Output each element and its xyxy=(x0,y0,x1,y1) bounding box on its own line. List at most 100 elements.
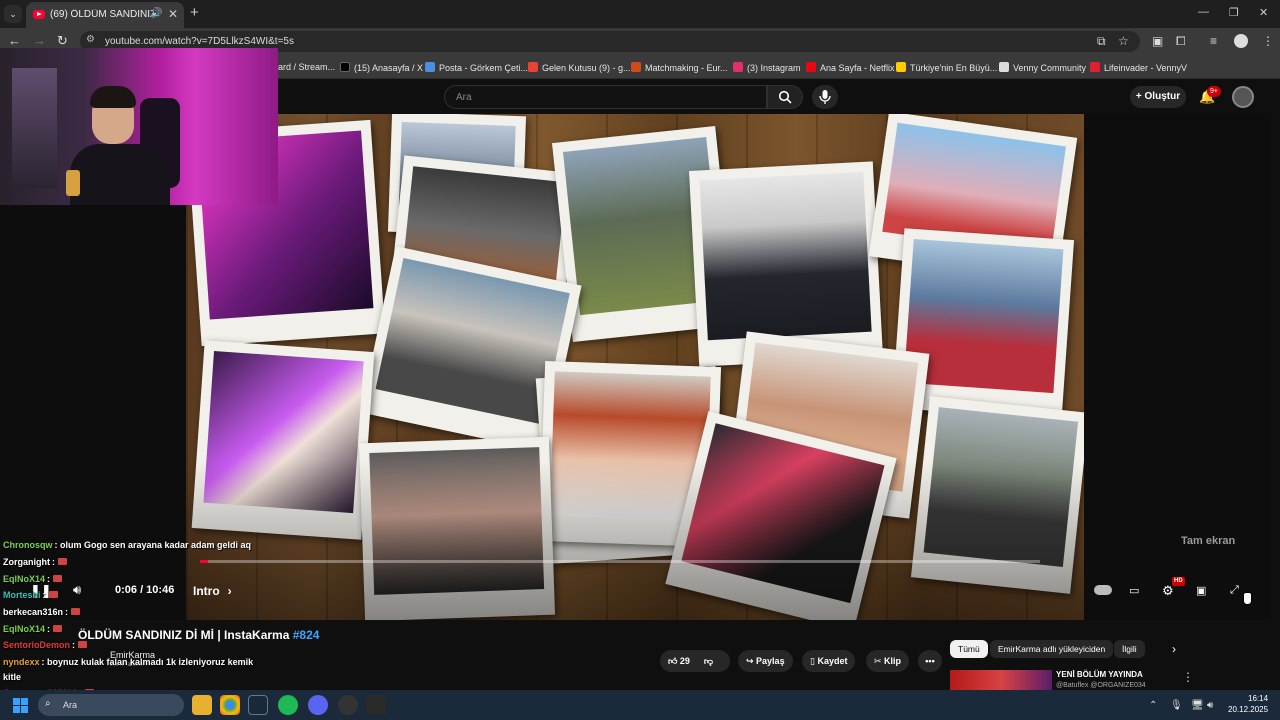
network-icon[interactable]: 🖥︎ xyxy=(1191,700,1204,711)
lifeinvader-icon xyxy=(1090,62,1100,72)
search-input[interactable]: Ara xyxy=(444,85,767,109)
profile-avatar[interactable] xyxy=(1234,34,1248,48)
chat-message: berkecan316n: xyxy=(3,607,81,617)
chat-emote-icon xyxy=(71,608,81,615)
save-label: Kaydet xyxy=(817,656,848,666)
chrome-icon[interactable] xyxy=(220,695,240,715)
discord-icon[interactable] xyxy=(308,695,328,715)
obs-icon[interactable] xyxy=(338,695,358,715)
chat-message: EqlNoX14: xyxy=(3,574,63,584)
video-title-hashtag[interactable]: #824 xyxy=(293,628,320,642)
chapter-button[interactable]: Intro › xyxy=(193,584,232,598)
bookmark-item[interactable]: (3) Instagram xyxy=(733,62,801,73)
share-button[interactable]: ↪ Paylaş xyxy=(738,650,793,672)
recommended-thumbnail[interactable] xyxy=(950,670,1052,690)
tab-close-icon[interactable]: ✕ xyxy=(168,7,178,21)
save-button[interactable]: ▯ Kaydet xyxy=(802,650,856,672)
dislike-thumbs-down-icon[interactable]: 👎︎ xyxy=(704,656,713,666)
bookmark-label: (15) Anasayfa / X xyxy=(354,63,424,73)
bookmark-item[interactable]: Gelen Kutusu (9) - g... xyxy=(528,62,631,73)
webcam-drink-can xyxy=(66,170,80,196)
like-count: 29 xyxy=(679,656,690,666)
search-button[interactable] xyxy=(767,85,803,109)
screen: ⌄ (69) ÖLDÜM SANDINIZ Dİ Mİ 🔊 ✕ + — ❐ ✕ … xyxy=(0,0,1280,720)
recommended-title[interactable]: YENİ BÖLÜM YAYINDA xyxy=(1056,670,1143,679)
more-actions-button[interactable]: ••• xyxy=(918,650,942,672)
new-tab-plus-icon[interactable]: + xyxy=(190,4,199,21)
chip-all[interactable]: Tümü xyxy=(950,640,988,658)
mouse-cursor xyxy=(1243,592,1252,605)
autoplay-toggle[interactable] xyxy=(1094,585,1112,595)
speaker-icon[interactable]: 🔊︎ xyxy=(1207,700,1213,711)
clip-button[interactable]: ✂ Klip xyxy=(866,650,910,672)
clock-time: 16:14 xyxy=(1248,694,1269,703)
spotify-icon[interactable] xyxy=(278,695,298,715)
chips-next-chevron-icon[interactable]: › xyxy=(1164,640,1184,658)
bookmark-item[interactable]: ard / Stream... xyxy=(278,62,335,72)
notification-badge: 9+ xyxy=(1207,86,1221,97)
extension-icon[interactable]: ▣ xyxy=(1152,34,1163,48)
video-progress-fill xyxy=(200,560,208,563)
chip-from-uploader[interactable]: EmirKarma adlı yükleyiciden xyxy=(990,640,1114,658)
steam-icon[interactable] xyxy=(248,695,268,715)
file-explorer-icon[interactable] xyxy=(192,695,212,715)
like-button[interactable]: 👍︎ 29 👎︎ xyxy=(660,650,730,672)
bookmark-item[interactable]: Lifeinvader - VennyV xyxy=(1090,62,1187,73)
reload-icon[interactable]: ↻ xyxy=(57,33,68,49)
chat-emote-icon xyxy=(53,625,63,632)
volume-icon[interactable]: 🔊︎ xyxy=(73,582,81,598)
bookmark-label: Matchmaking - Eur... xyxy=(645,63,728,73)
voice-search-button[interactable] xyxy=(812,85,838,109)
taskbar-search-input[interactable]: ⌕ Ara xyxy=(38,694,184,716)
streamer-webcam-overlay xyxy=(0,48,278,205)
windows-taskbar: ⌕ Ara ⌃ 🎙︎ 🖥︎ 🔊︎ 16:14 20.12.2025 xyxy=(0,690,1280,720)
tab-audio-icon[interactable]: 🔊 xyxy=(150,8,162,19)
recommended-more-icon[interactable]: ⋮ xyxy=(1182,670,1194,684)
browser-tab-active[interactable]: (69) ÖLDÜM SANDINIZ Dİ Mİ 🔊 ✕ xyxy=(26,2,184,28)
chat-message: Zorganight: xyxy=(3,557,67,567)
chat-username: EqlNoX14 xyxy=(3,624,46,634)
netflix-icon xyxy=(806,62,816,72)
chat-text: : xyxy=(52,557,55,567)
browser-menu-icon[interactable]: ⋮ xyxy=(1262,34,1274,48)
chat-username: SentorioDemon xyxy=(3,640,71,650)
bookmark-item[interactable]: Ana Sayfa - Netflix xyxy=(806,62,895,73)
create-button[interactable]: + Oluştur xyxy=(1130,86,1186,108)
video-progress-bar[interactable] xyxy=(200,560,1040,563)
account-avatar[interactable] xyxy=(1232,86,1254,108)
subtitles-icon[interactable]: ▭ xyxy=(1129,584,1139,597)
microphone-tray-icon[interactable]: 🎙︎ xyxy=(1170,700,1183,711)
clip-label: Klip xyxy=(884,656,902,666)
chat-emote-icon xyxy=(48,591,58,598)
window-close-icon[interactable]: ✕ xyxy=(1259,6,1268,19)
chapter-title: Intro xyxy=(193,584,220,598)
share-arrow-icon: ↪ xyxy=(746,656,757,666)
window-restore-icon[interactable]: ❐ xyxy=(1229,6,1239,19)
bookmark-item[interactable]: Matchmaking - Eur... xyxy=(631,62,728,73)
fullscreen-icon[interactable]: ⤢ xyxy=(1230,584,1239,597)
site-info-icon[interactable]: ⚙ xyxy=(86,34,95,45)
chip-related[interactable]: İlgili xyxy=(1114,640,1145,658)
reading-list-icon[interactable]: ≡ xyxy=(1210,34,1217,48)
bookmark-item[interactable]: Venny Community xyxy=(999,62,1086,73)
x-logo-icon xyxy=(340,62,350,72)
tray-chevron-up-icon[interactable]: ⌃ xyxy=(1149,700,1157,711)
tab-search-chevron-icon[interactable]: ⌄ xyxy=(4,5,22,23)
taskbar-search-placeholder: Ara xyxy=(63,700,78,710)
bookmark-star-icon[interactable]: ☆ xyxy=(1118,34,1129,48)
window-minimize-icon[interactable]: — xyxy=(1198,6,1209,18)
address-url: youtube.com/watch?v=7D5LlkzS4WI&t=5s xyxy=(105,36,294,47)
cast-icon[interactable]: ⧉ xyxy=(1097,34,1106,49)
back-arrow-icon[interactable]: ← xyxy=(8,33,21,48)
bookmark-item[interactable]: (15) Anasayfa / X xyxy=(340,62,423,73)
windows-start-icon[interactable] xyxy=(13,698,28,713)
extensions-puzzle-icon[interactable]: ⧠ xyxy=(1176,34,1186,49)
forward-arrow-icon[interactable]: → xyxy=(33,33,46,48)
video-player[interactable] xyxy=(186,114,1084,620)
theater-mode-icon[interactable]: ▣ xyxy=(1196,584,1206,597)
app-icon[interactable] xyxy=(366,695,386,715)
taskbar-clock[interactable]: 16:14 20.12.2025 xyxy=(1228,693,1268,715)
bookmark-item[interactable]: Posta - Görkem Çeti... xyxy=(425,62,528,73)
venny-logo-icon xyxy=(999,62,1009,72)
bookmark-item[interactable]: Türkiye'nin En Büyü... xyxy=(896,62,997,73)
